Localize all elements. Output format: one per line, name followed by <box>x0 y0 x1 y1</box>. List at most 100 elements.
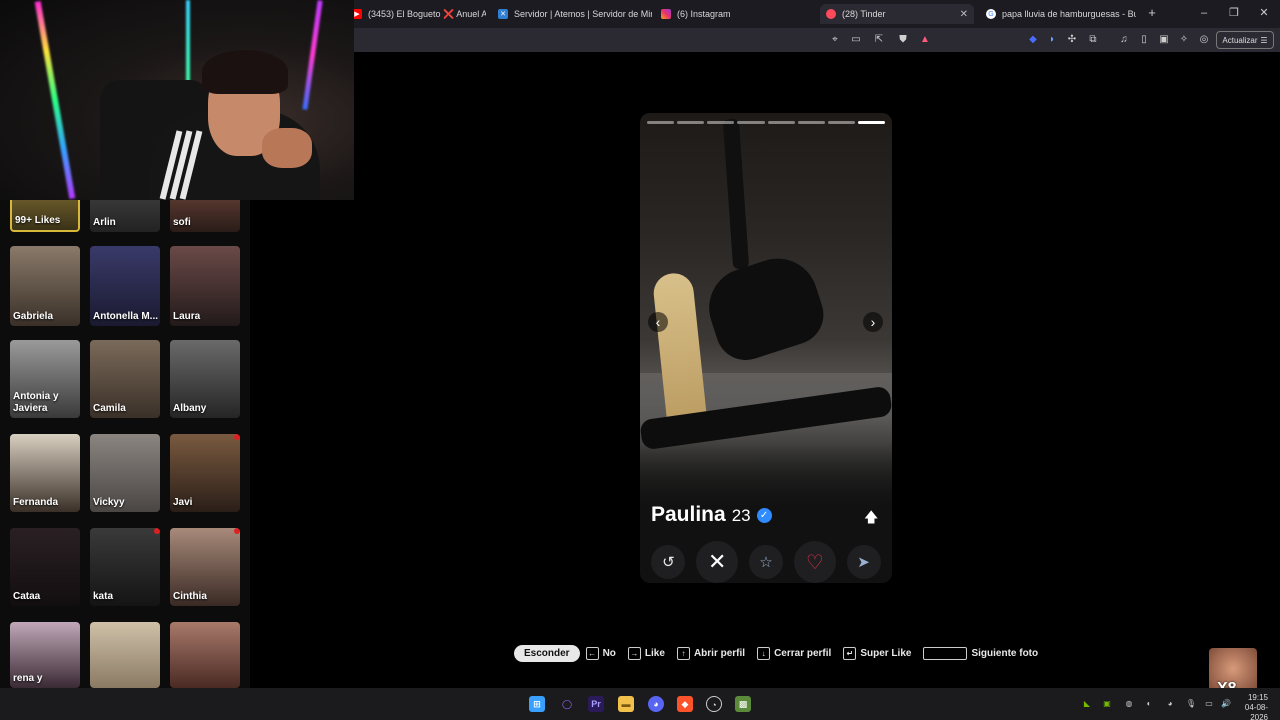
match-card[interactable]: Vickyy <box>90 434 160 512</box>
cortana-icon[interactable]: ◯ <box>559 696 575 712</box>
wallet-icon[interactable]: ▣ <box>1157 33 1171 47</box>
steam-icon[interactable]: ◍ <box>1123 698 1135 710</box>
photo-progress-segment[interactable] <box>767 121 795 124</box>
microphone-icon[interactable]: 🎙 <box>1185 698 1197 710</box>
photo-progress-segment[interactable] <box>857 121 885 124</box>
brave-rewards-icon[interactable]: ▲ <box>918 33 932 47</box>
brave-shield-icon[interactable]: ⛊ <box>896 33 910 47</box>
nope-button[interactable]: ✕ <box>696 541 739 583</box>
ai-icon[interactable]: ✧ <box>1177 33 1191 47</box>
match-card[interactable]: kata <box>90 528 160 606</box>
likes-card[interactable]: 99+ Likes <box>10 200 80 232</box>
match-card[interactable]: Javi <box>170 434 240 512</box>
nvidia-icon[interactable]: ◣ <box>1081 698 1093 710</box>
update-label: Actualizar <box>1222 35 1258 45</box>
hint-close-profile: ↓ Cerrar perfil <box>757 646 832 660</box>
tab-aternos[interactable]: ✕ Servidor | Atemos | Servidor de Mine <box>492 4 652 24</box>
webcam-overlay <box>0 0 354 200</box>
windows-start-icon[interactable]: ⊞ <box>529 696 545 712</box>
google-icon: G <box>986 9 996 19</box>
like-button[interactable]: ♡ <box>793 541 836 583</box>
extension-vpn-icon[interactable]: ◆ <box>1026 33 1040 47</box>
extensions-puzzle-icon[interactable]: ✣ <box>1065 33 1079 47</box>
nvidia-overlay-icon[interactable]: ▣ <box>1101 698 1113 710</box>
close-tab-icon[interactable]: ✕ <box>960 9 968 20</box>
discord-icon[interactable]: ◕ <box>648 696 664 712</box>
match-card[interactable]: Camila <box>90 340 160 418</box>
prev-photo-icon[interactable]: ‹ <box>648 312 668 332</box>
photo-progress-segment[interactable] <box>677 121 705 124</box>
hint-label: Cerrar perfil <box>774 647 832 659</box>
match-card[interactable]: Cataa <box>10 528 80 606</box>
enter-key-icon: ↵ <box>843 646 857 660</box>
hint-no: ← No <box>585 646 616 660</box>
vpn-shield-icon[interactable]: ◎ <box>1197 33 1211 47</box>
hint-like: → Like <box>627 646 665 660</box>
obs-tray-icon[interactable]: ◐ <box>1143 698 1155 710</box>
card-label: Albany <box>173 403 207 414</box>
super-like-button[interactable]: ☆ <box>748 545 783 579</box>
profile-name: Paulina <box>651 503 726 526</box>
update-button[interactable]: Actualizar ☰ <box>1216 31 1274 49</box>
boost-button[interactable]: ➤ <box>846 545 881 579</box>
reader-icon[interactable]: ▭ <box>849 33 863 47</box>
restore-icon[interactable]: ❐ <box>1226 5 1242 21</box>
file-explorer-icon[interactable]: ▬ <box>618 696 634 712</box>
match-card[interactable]: Albany <box>170 340 240 418</box>
brave-browser-icon[interactable]: ◆ <box>677 696 693 712</box>
premiere-icon[interactable]: Pr <box>588 696 604 712</box>
match-card[interactable]: Antonella M... <box>90 246 160 326</box>
match-card[interactable]: Gabriela <box>10 246 80 326</box>
match-card[interactable]: Cinthia <box>170 528 240 606</box>
minimize-icon[interactable]: – <box>1196 5 1212 21</box>
open-profile-icon[interactable]: 🡅 <box>864 507 878 531</box>
card-label: rena y <box>13 673 43 684</box>
tab-label: Servidor | Atemos | Servidor de Mine <box>514 9 652 19</box>
profile-age: 23 <box>731 506 751 525</box>
down-key-icon: ↓ <box>757 646 771 660</box>
system-clock[interactable]: 19:15 04-08-2026 <box>1234 693 1268 720</box>
minecraft-icon[interactable]: ▩ <box>735 696 751 712</box>
next-photo-icon[interactable]: › <box>863 312 883 332</box>
card-label: Vickyy <box>93 497 125 508</box>
hint-open-profile: ↑ Abrir perfil <box>676 646 745 660</box>
hide-hints-button[interactable]: Esconder <box>514 644 580 662</box>
window-close-icon[interactable]: ✕ <box>1256 5 1272 21</box>
sidebar-toggle-icon[interactable]: ▯ <box>1137 33 1151 47</box>
music-icon[interactable]: ♫ <box>1117 33 1131 47</box>
tab-instagram[interactable]: (6) Instagram <box>655 4 815 24</box>
extension-audio-icon[interactable]: ◗ <box>1045 33 1059 47</box>
match-card[interactable]: sofi <box>170 200 240 232</box>
tab-youtube[interactable]: ▶ (3453) El Bogueto ❌ Anuel AA ❯ <box>346 4 486 24</box>
rewind-button[interactable]: ↺ <box>651 545 686 579</box>
match-card[interactable] <box>90 622 160 688</box>
volume-icon[interactable]: 🔊 <box>1220 698 1232 710</box>
match-card[interactable]: Laura <box>170 246 240 326</box>
match-card[interactable]: rena y <box>10 622 80 688</box>
photo-progress-segment[interactable] <box>827 121 855 124</box>
tab-label: (28) Tinder <box>842 9 886 19</box>
photo-progress-segment[interactable] <box>647 121 675 124</box>
photo-progress-segment[interactable] <box>707 121 735 124</box>
location-icon[interactable]: ⌖ <box>828 33 842 47</box>
obs-icon[interactable]: ◔ <box>706 696 722 712</box>
new-tab-button[interactable]: + <box>1144 5 1160 21</box>
profile-card[interactable]: ‹ › Paulina 23 ✓ 🡅 ↺ ✕ ☆ ♡ ➤ <box>640 113 892 583</box>
photo-progress-segment[interactable] <box>737 121 765 124</box>
share-icon[interactable]: ⇱ <box>872 33 886 47</box>
match-card[interactable]: Arlin <box>90 200 160 232</box>
screenshot-icon[interactable]: ⧉ <box>1086 33 1100 47</box>
aternos-icon: ✕ <box>498 9 508 19</box>
heart-icon: ♡ <box>805 551 824 574</box>
photo-progress-segment[interactable] <box>797 121 825 124</box>
match-card[interactable]: Antonia y Javiera <box>10 340 80 418</box>
rewind-icon: ↺ <box>662 554 675 571</box>
tab-google[interactable]: G papa lluvia de hamburguesas - Busc <box>980 4 1136 24</box>
tab-label: (3453) El Bogueto ❌ Anuel AA ❯ <box>368 8 486 19</box>
display-icon[interactable]: ▭ <box>1203 698 1215 710</box>
card-label: Antonia y Javiera <box>13 391 59 414</box>
match-card[interactable]: Fernanda <box>10 434 80 512</box>
tab-tinder[interactable]: (28) Tinder ✕ <box>820 4 974 24</box>
discord-tray-icon[interactable]: ◕ <box>1164 698 1176 710</box>
match-card[interactable] <box>170 622 240 688</box>
